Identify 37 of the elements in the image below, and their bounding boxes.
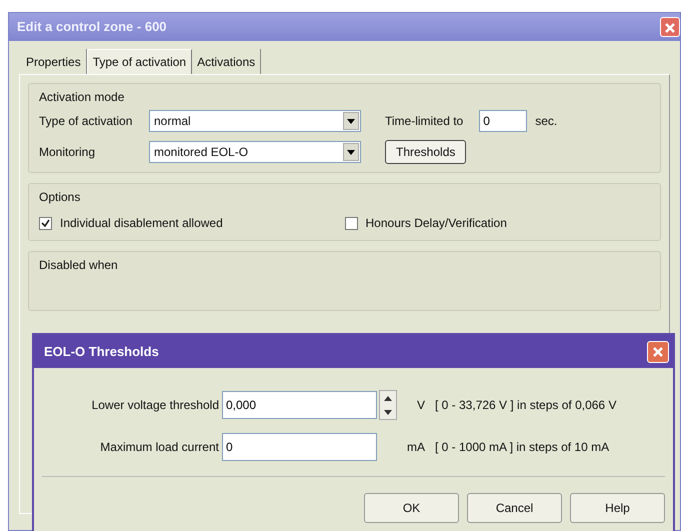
checkbox[interactable] (39, 216, 52, 230)
field-label: Monitoring (39, 144, 96, 161)
unit-label: sec. (535, 113, 558, 130)
range-text: [ 0 - 33,726 V ] in steps of 0,066 V (435, 397, 616, 414)
monitoring-dropdown[interactable]: monitored EOL-O (149, 141, 361, 163)
value-field[interactable]: 0,000 (222, 391, 377, 419)
window-title: Edit a control zone - 600 (17, 18, 167, 36)
field-label: Lower voltage threshold (90, 397, 220, 414)
dialog-title: EOL-O Thresholds (44, 342, 159, 361)
close-icon (652, 346, 664, 358)
tab[interactable]: Activations (192, 49, 262, 74)
field-label: Maximum load current (99, 439, 220, 456)
value-field[interactable]: 0 (222, 433, 377, 461)
dialog-button[interactable]: Help (570, 493, 665, 523)
dialog-button[interactable]: OK (364, 493, 459, 523)
thresholds-button[interactable]: Thresholds (385, 140, 466, 164)
checkbox-label: Honours Delay/Verification (366, 215, 507, 232)
time-limit-field[interactable]: 0 (479, 110, 528, 132)
field-label: Type of activation (39, 113, 134, 130)
group-title: Activation mode (39, 89, 126, 106)
dropdown-arrow-icon (347, 150, 355, 154)
group-title: Disabled when (39, 257, 119, 274)
tab[interactable]: Type of activation (86, 49, 192, 74)
checkbox[interactable] (344, 216, 358, 230)
activation-type-dropdown[interactable]: normal (149, 110, 361, 132)
field-label: Time-limited to (385, 113, 464, 130)
unit-label: V (416, 397, 425, 414)
spin-buttons[interactable] (379, 390, 397, 420)
dialog-button[interactable]: Cancel (467, 493, 562, 523)
dropdown-arrow-icon (347, 118, 355, 124)
close-button[interactable] (647, 340, 669, 362)
group-title: Options (39, 189, 82, 206)
close-icon (664, 22, 676, 34)
range-text: [ 0 - 1000 mA ] in steps of 10 mA (435, 439, 610, 456)
unit-label: mA (406, 439, 425, 456)
checkbox-label: Individual disablement allowed (60, 215, 223, 232)
close-button[interactable] (660, 17, 680, 37)
